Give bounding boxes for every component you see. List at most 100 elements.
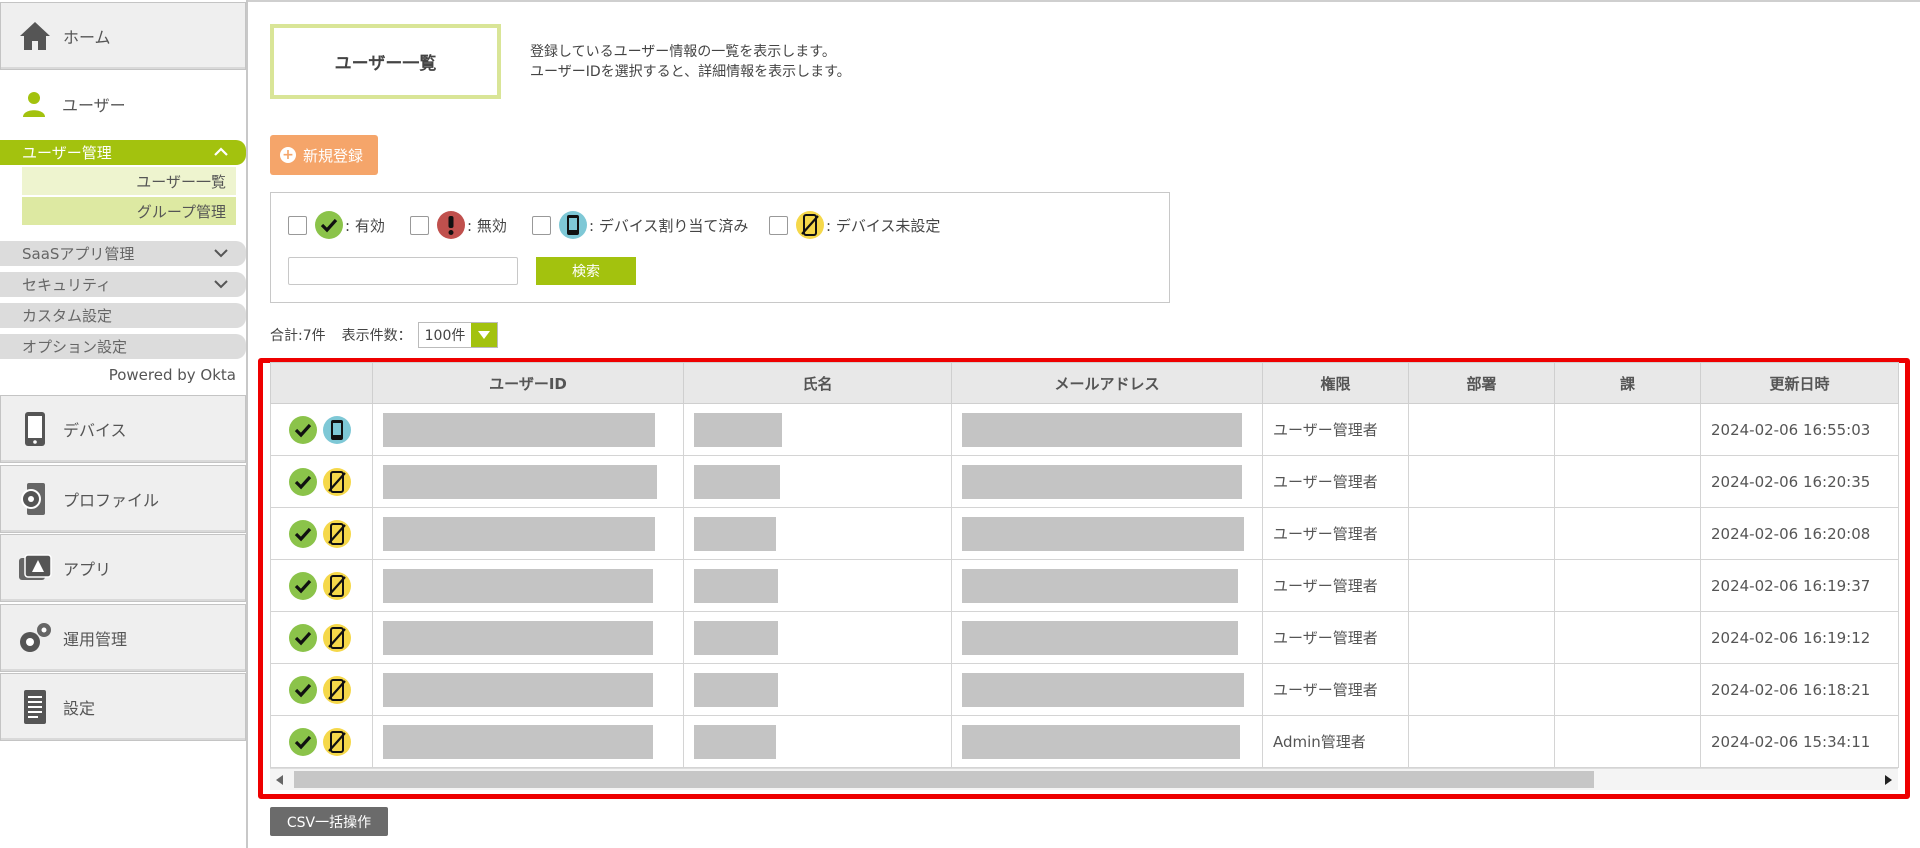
search-input[interactable] <box>288 257 518 285</box>
table-row[interactable]: ユーザー管理者 2024-02-06 16:18:21 <box>270 663 1899 716</box>
email-cell <box>951 715 1263 768</box>
updated-at-cell: 2024-02-06 16:20:08 <box>1700 507 1899 560</box>
horizontal-scrollbar[interactable] <box>270 768 1898 790</box>
user-id-cell[interactable] <box>372 507 684 560</box>
header-section[interactable]: 課 <box>1554 362 1701 404</box>
updated-at-cell: 2024-02-06 16:19:12 <box>1700 611 1899 664</box>
table-row[interactable]: ユーザー管理者 2024-02-06 16:19:37 <box>270 559 1899 612</box>
redacted-name <box>694 672 778 707</box>
header-name[interactable]: 氏名 <box>683 362 952 404</box>
gears-icon <box>15 618 55 658</box>
nav-profile[interactable]: プロファイル <box>0 465 246 533</box>
name-cell <box>683 403 952 456</box>
email-cell <box>951 611 1263 664</box>
check-circle-icon <box>289 467 317 496</box>
menu-option-settings[interactable]: オプション設定 <box>0 334 246 359</box>
email-cell <box>951 403 1263 456</box>
redacted-email <box>962 516 1244 551</box>
user-table: ユーザーID 氏名 メールアドレス 権限 部署 課 更新日時 ユーザー管理者 20… <box>270 362 1899 768</box>
menu-security-label: セキュリティ <box>22 276 112 294</box>
table-row[interactable]: ユーザー管理者 2024-02-06 16:20:08 <box>270 507 1899 560</box>
user-id-cell[interactable] <box>372 403 684 456</box>
updated-at-cell: 2024-02-06 16:55:03 <box>1700 403 1899 456</box>
nav-apps[interactable]: アプリ <box>0 534 246 602</box>
new-registration-button[interactable]: + 新規登録 <box>270 135 378 175</box>
nav-apps-label: アプリ <box>63 560 112 579</box>
redacted-user-id[interactable] <box>383 516 655 551</box>
scroll-left-icon[interactable] <box>270 769 290 791</box>
table-row[interactable]: ユーザー管理者 2024-02-06 16:55:03 <box>270 403 1899 456</box>
nav-operations[interactable]: 運用管理 <box>0 604 246 672</box>
nav-settings[interactable]: 設定 <box>0 673 246 741</box>
nav-operations-label: 運用管理 <box>63 630 128 649</box>
home-icon <box>15 16 55 56</box>
user-id-cell[interactable] <box>372 559 684 612</box>
section-cell <box>1554 507 1701 560</box>
filter-disabled-checkbox[interactable] <box>410 215 429 235</box>
csv-bulk-button[interactable]: CSV一括操作 <box>270 807 388 836</box>
user-id-cell[interactable] <box>372 611 684 664</box>
redacted-user-id[interactable] <box>383 724 653 759</box>
filter-device-unset-checkbox[interactable] <box>769 215 788 235</box>
header-user-id[interactable]: ユーザーID <box>372 362 684 404</box>
user-management-menu[interactable]: ユーザー管理 <box>0 140 246 165</box>
header-email[interactable]: メールアドレス <box>951 362 1263 404</box>
menu-custom-settings[interactable]: カスタム設定 <box>0 303 246 328</box>
menu-option-settings-label: オプション設定 <box>22 338 128 356</box>
user-id-cell[interactable] <box>372 715 684 768</box>
redacted-user-id[interactable] <box>383 620 653 655</box>
status-cell <box>270 611 373 664</box>
apps-icon <box>15 548 55 588</box>
nav-profile-label: プロファイル <box>63 491 160 510</box>
header-updated-at[interactable]: 更新日時 <box>1700 362 1899 404</box>
redacted-name <box>694 568 778 603</box>
table-row[interactable]: Admin管理者 2024-02-06 15:34:11 <box>270 715 1899 768</box>
filter-active: : 有効 <box>288 211 385 239</box>
nav-users[interactable]: ユーザー <box>0 70 246 138</box>
filter-device-assigned: : デバイス割り当て済み <box>532 211 748 239</box>
search-button[interactable]: 検索 <box>536 257 636 285</box>
dropdown-arrow-icon <box>471 323 498 347</box>
user-id-cell[interactable] <box>372 455 684 508</box>
menu-security[interactable]: セキュリティ <box>0 272 246 297</box>
redacted-user-id[interactable] <box>383 412 655 447</box>
page-description-line1: 登録しているユーザー情報の一覧を表示します。 <box>530 44 836 60</box>
chevron-down-icon <box>212 244 230 266</box>
name-cell <box>683 715 952 768</box>
phone-slash-icon <box>323 675 351 704</box>
per-page-label: 表示件数： <box>341 328 412 344</box>
menu-custom-settings-label: カスタム設定 <box>22 307 113 325</box>
redacted-user-id[interactable] <box>383 568 653 603</box>
role-cell: ユーザー管理者 <box>1262 455 1409 508</box>
nav-home[interactable]: ホーム <box>0 2 246 70</box>
status-cell <box>270 403 373 456</box>
filter-device-assigned-checkbox[interactable] <box>532 215 551 235</box>
exclamation-circle-icon <box>437 211 465 239</box>
nav-home-label: ホーム <box>63 28 111 47</box>
role-cell: Admin管理者 <box>1262 715 1409 768</box>
user-id-cell[interactable] <box>372 663 684 716</box>
header-role[interactable]: 権限 <box>1262 362 1409 404</box>
filter-active-checkbox[interactable] <box>288 215 307 235</box>
email-cell <box>951 663 1263 716</box>
nav-device[interactable]: デバイス <box>0 395 246 463</box>
table-row[interactable]: ユーザー管理者 2024-02-06 16:19:12 <box>270 611 1899 664</box>
user-management-label: ユーザー管理 <box>22 144 112 162</box>
email-cell <box>951 507 1263 560</box>
redacted-email <box>962 412 1242 447</box>
sidebar: ホーム ユーザー ユーザー管理 ユーザー一覧 グループ管理 SaaSアプリ管理 … <box>0 0 248 848</box>
submenu-group-management[interactable]: グループ管理 <box>22 197 236 225</box>
table-row[interactable]: ユーザー管理者 2024-02-06 16:20:35 <box>270 455 1899 508</box>
header-department[interactable]: 部署 <box>1408 362 1555 404</box>
header-status <box>270 362 373 404</box>
updated-at-cell: 2024-02-06 16:19:37 <box>1700 559 1899 612</box>
scrollbar-thumb[interactable] <box>294 771 1594 788</box>
redacted-user-id[interactable] <box>383 464 657 499</box>
submenu-user-list[interactable]: ユーザー一覧 <box>22 167 236 195</box>
menu-saas-apps[interactable]: SaaSアプリ管理 <box>0 241 246 266</box>
redacted-user-id[interactable] <box>383 672 653 707</box>
redacted-email <box>962 568 1238 603</box>
role-cell: ユーザー管理者 <box>1262 611 1409 664</box>
scroll-right-icon[interactable] <box>1878 769 1898 791</box>
per-page-select[interactable]: 100件 <box>417 322 499 348</box>
